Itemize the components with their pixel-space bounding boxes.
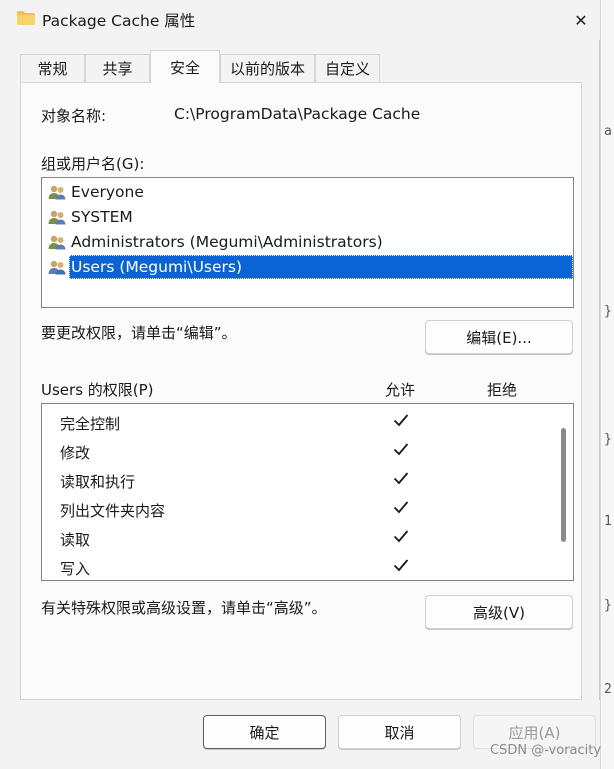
permission-name: 修改 xyxy=(60,444,91,462)
deny-column-header: 拒绝 xyxy=(487,381,518,399)
background-fragment: } xyxy=(604,598,612,613)
checkmark-icon xyxy=(393,501,409,514)
table-row: 读取和执行 xyxy=(42,466,552,495)
advanced-hint-text: 有关特殊权限或高级设置，请单击“高级”。 xyxy=(41,599,327,617)
allow-column-header: 允许 xyxy=(385,381,416,399)
background-fragment: 1 xyxy=(604,514,612,529)
user-group-icon xyxy=(48,260,66,275)
list-item-everyone[interactable]: Everyone xyxy=(48,180,146,204)
close-button[interactable]: ✕ xyxy=(566,6,596,34)
background-window-edge: a } } 1 } 2 xyxy=(600,0,614,769)
permission-name: 写入 xyxy=(60,560,91,578)
watermark-text: CSDN @-voracity xyxy=(490,743,602,758)
edit-button-label: 编辑(E)... xyxy=(466,328,532,347)
user-name: SYSTEM xyxy=(71,208,133,226)
user-group-icon xyxy=(48,210,66,225)
checkmark-icon xyxy=(393,530,409,543)
permission-name: 列出文件夹内容 xyxy=(60,502,166,520)
permissions-list[interactable]: 完全控制 修改 读取和执行 列出文件夹内容 读取 写入 xyxy=(41,403,574,581)
advanced-button[interactable]: 高级(V) xyxy=(425,595,573,629)
folder-icon xyxy=(17,11,35,25)
tab-previous-versions[interactable]: 以前的版本 xyxy=(220,54,315,82)
tab-security[interactable]: 安全 xyxy=(150,50,220,83)
permission-name: 读取和执行 xyxy=(60,473,136,491)
security-panel: 对象名称: C:\ProgramData\Package Cache 组或用户名… xyxy=(20,82,582,700)
close-icon: ✕ xyxy=(574,10,588,30)
tab-sharing[interactable]: 共享 xyxy=(85,54,150,82)
tab-label: 共享 xyxy=(102,60,133,78)
properties-dialog: Package Cache 属性 ✕ 常规 共享 安全 以前的版本 自定义 对象… xyxy=(0,0,600,769)
table-row: 列出文件夹内容 xyxy=(42,495,552,524)
scrollbar-thumb[interactable] xyxy=(561,428,566,542)
edit-button[interactable]: 编辑(E)... xyxy=(425,320,573,354)
background-fragment: a xyxy=(604,124,612,139)
apply-button-label: 应用(A) xyxy=(508,723,561,742)
user-group-icon xyxy=(48,235,66,250)
object-name-value: C:\ProgramData\Package Cache xyxy=(174,105,421,123)
cancel-button[interactable]: 取消 xyxy=(338,715,461,749)
cancel-button-label: 取消 xyxy=(384,723,415,742)
permission-name: 完全控制 xyxy=(60,415,121,433)
user-name: Users (Megumi\Users) xyxy=(69,255,573,279)
user-group-icon xyxy=(48,185,66,200)
dialog-footer: 确定 取消 应用(A) xyxy=(0,700,600,769)
edit-hint-text: 要更改权限，请单击“编辑”。 xyxy=(41,324,237,342)
tab-customize[interactable]: 自定义 xyxy=(315,54,380,82)
checkmark-icon xyxy=(393,443,409,456)
ok-button[interactable]: 确定 xyxy=(203,715,326,749)
permissions-scrollbar[interactable] xyxy=(560,410,567,570)
table-row: 写入 xyxy=(42,553,552,580)
user-name: Administrators (Megumi\Administrators) xyxy=(71,233,383,251)
background-fragment: } xyxy=(604,432,612,447)
user-name: Everyone xyxy=(71,183,144,201)
advanced-button-label: 高级(V) xyxy=(473,603,525,622)
checkmark-icon xyxy=(393,414,409,427)
object-name-label: 对象名称: xyxy=(41,107,107,125)
table-row: 读取 xyxy=(42,524,552,553)
table-row: 完全控制 xyxy=(42,408,552,437)
tab-label: 以前的版本 xyxy=(229,60,305,78)
title-bar[interactable]: Package Cache 属性 ✕ xyxy=(0,0,600,40)
tab-general[interactable]: 常规 xyxy=(20,54,85,82)
ok-button-label: 确定 xyxy=(249,723,280,742)
background-fragment: } xyxy=(604,304,612,319)
table-row: 修改 xyxy=(42,437,552,466)
list-item-users[interactable]: Users (Megumi\Users) xyxy=(48,255,573,279)
tab-label: 安全 xyxy=(169,58,200,77)
list-item-administrators[interactable]: Administrators (Megumi\Administrators) xyxy=(48,230,385,254)
tab-label: 自定义 xyxy=(324,60,370,78)
groups-label: 组或用户名(G): xyxy=(41,155,145,173)
list-item-system[interactable]: SYSTEM xyxy=(48,205,135,229)
permissions-label: Users 的权限(P) xyxy=(41,381,154,399)
users-listbox[interactable]: Everyone SYSTEM Administrators (Megumi\A… xyxy=(41,177,574,308)
checkmark-icon xyxy=(393,472,409,485)
tab-label: 常规 xyxy=(37,60,68,78)
window-title: Package Cache 属性 xyxy=(42,12,196,30)
checkmark-icon xyxy=(393,559,409,572)
background-fragment: 2 xyxy=(604,682,612,697)
permission-name: 读取 xyxy=(60,531,91,549)
